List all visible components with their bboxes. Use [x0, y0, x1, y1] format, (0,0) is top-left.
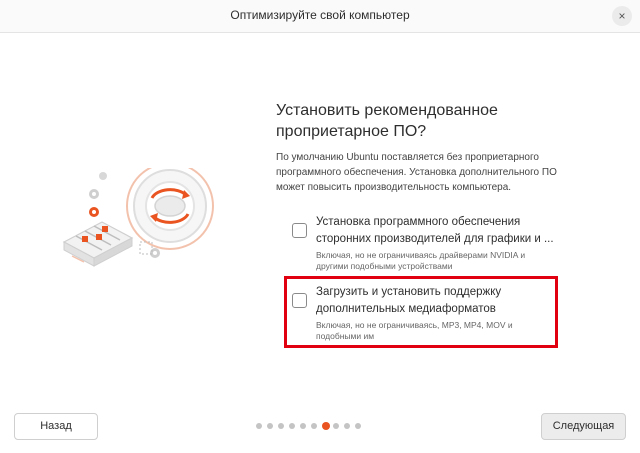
close-icon[interactable]: × — [612, 6, 632, 26]
page-dot — [333, 423, 339, 429]
third-party-subtitle-line1: Включая, но не ограничиваясь драйверами … — [316, 250, 526, 260]
small-gear-icon — [89, 189, 99, 199]
page-heading-line1: Установить рекомендованное — [276, 102, 498, 119]
page-dot — [267, 423, 273, 429]
small-gear-icon — [99, 172, 107, 180]
page-dot — [300, 423, 306, 429]
next-button[interactable]: Следующая — [541, 413, 626, 440]
page-dot-active — [322, 422, 330, 430]
page-heading-line2: проприетарное ПО? — [276, 123, 427, 140]
settings-panel-icon — [62, 221, 134, 267]
page-dot — [344, 423, 350, 429]
third-party-title-line1: Установка программного обеспечения — [316, 216, 521, 228]
third-party-checkbox[interactable] — [292, 223, 307, 238]
page-dot — [256, 423, 262, 429]
title-bar: Оптимизируйте свой компьютер × — [0, 0, 640, 33]
third-party-subtitle-line2: другими подобными устройствами — [316, 261, 453, 271]
back-button[interactable]: Назад — [14, 413, 98, 440]
page-dot — [289, 423, 295, 429]
page-dot — [278, 423, 284, 429]
orange-gear-icon — [89, 207, 99, 217]
page-dot — [311, 423, 317, 429]
small-gear-icon — [150, 248, 160, 258]
large-gear-icon — [126, 168, 214, 250]
window-title: Оптимизируйте свой компьютер — [230, 8, 410, 22]
gear-illustration — [62, 168, 214, 267]
page-description: По умолчанию Ubuntu поставляется без про… — [276, 152, 557, 193]
highlight-box — [284, 276, 558, 348]
page-heading: Установить рекомендованное проприетарное… — [276, 100, 576, 142]
third-party-title-line2: сторонних производителей для графики и .… — [316, 233, 554, 245]
page-dot — [355, 423, 361, 429]
